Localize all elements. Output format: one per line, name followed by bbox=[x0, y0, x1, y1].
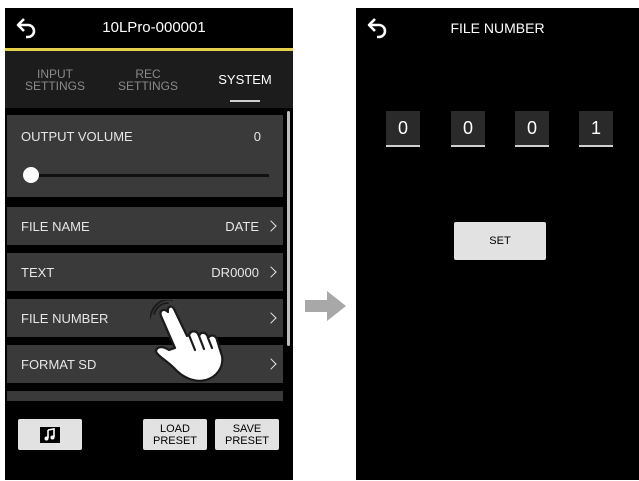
header: 10LPro-000001 bbox=[5, 8, 293, 48]
digit-hundreds[interactable]: 0 bbox=[451, 111, 485, 147]
tab-bar: INPUT SETTINGS REC SETTINGS SYSTEM bbox=[5, 51, 293, 108]
chevron-right-icon bbox=[265, 266, 277, 278]
text-value: DR0000 bbox=[211, 265, 259, 280]
set-button[interactable]: SET bbox=[454, 222, 546, 260]
music-note-icon bbox=[40, 426, 60, 443]
header: FILE NUMBER bbox=[356, 8, 639, 48]
list-item-file-number[interactable]: FILE NUMBER bbox=[7, 299, 283, 337]
list-item-text[interactable]: TEXT DR0000 bbox=[7, 253, 283, 291]
settings-list[interactable]: OUTPUT VOLUME 0 FILE NAME DATE TEXT DR00… bbox=[5, 111, 293, 401]
save-preset-button[interactable]: SAVE PRESET bbox=[215, 419, 279, 450]
list-item-file-name[interactable]: FILE NAME DATE bbox=[7, 207, 283, 245]
scrollbar[interactable] bbox=[287, 111, 290, 346]
file-name-value: DATE bbox=[225, 219, 259, 234]
tap-hand-icon bbox=[150, 300, 224, 382]
chevron-right-icon bbox=[265, 312, 277, 324]
file-number-label: FILE NUMBER bbox=[21, 311, 109, 326]
slider-knob[interactable] bbox=[23, 167, 39, 183]
device-title: 10LPro-000001 bbox=[102, 19, 206, 36]
chevron-right-icon bbox=[265, 220, 277, 232]
file-number-screen: FILE NUMBER 0 0 0 1 SET bbox=[356, 8, 639, 480]
list-item-output-volume: OUTPUT VOLUME 0 bbox=[7, 115, 283, 197]
output-volume-label: OUTPUT VOLUME bbox=[21, 129, 133, 144]
output-volume-value: 0 bbox=[253, 129, 261, 144]
list-item-format-sd[interactable]: FORMAT SD bbox=[7, 345, 283, 383]
chevron-right-icon bbox=[265, 358, 277, 370]
page-title: FILE NUMBER bbox=[450, 20, 545, 36]
tab-rec-settings[interactable]: REC SETTINGS bbox=[103, 51, 193, 108]
music-button[interactable] bbox=[18, 419, 82, 450]
output-volume-slider[interactable] bbox=[29, 174, 269, 177]
digit-tens[interactable]: 0 bbox=[515, 111, 549, 147]
file-name-label: FILE NAME bbox=[21, 219, 90, 234]
tab-input-settings[interactable]: INPUT SETTINGS bbox=[10, 51, 100, 108]
active-tab-indicator bbox=[230, 100, 260, 102]
format-sd-label: FORMAT SD bbox=[21, 357, 97, 372]
list-item-partial[interactable] bbox=[7, 391, 283, 401]
digit-thousands[interactable]: 0 bbox=[386, 111, 420, 147]
right-arrow-icon bbox=[305, 291, 346, 321]
load-preset-button[interactable]: LOAD PRESET bbox=[143, 419, 207, 450]
system-settings-screen: 10LPro-000001 INPUT SETTINGS REC SETTING… bbox=[5, 8, 293, 480]
digit-ones[interactable]: 1 bbox=[579, 111, 613, 147]
text-label: TEXT bbox=[21, 265, 55, 280]
